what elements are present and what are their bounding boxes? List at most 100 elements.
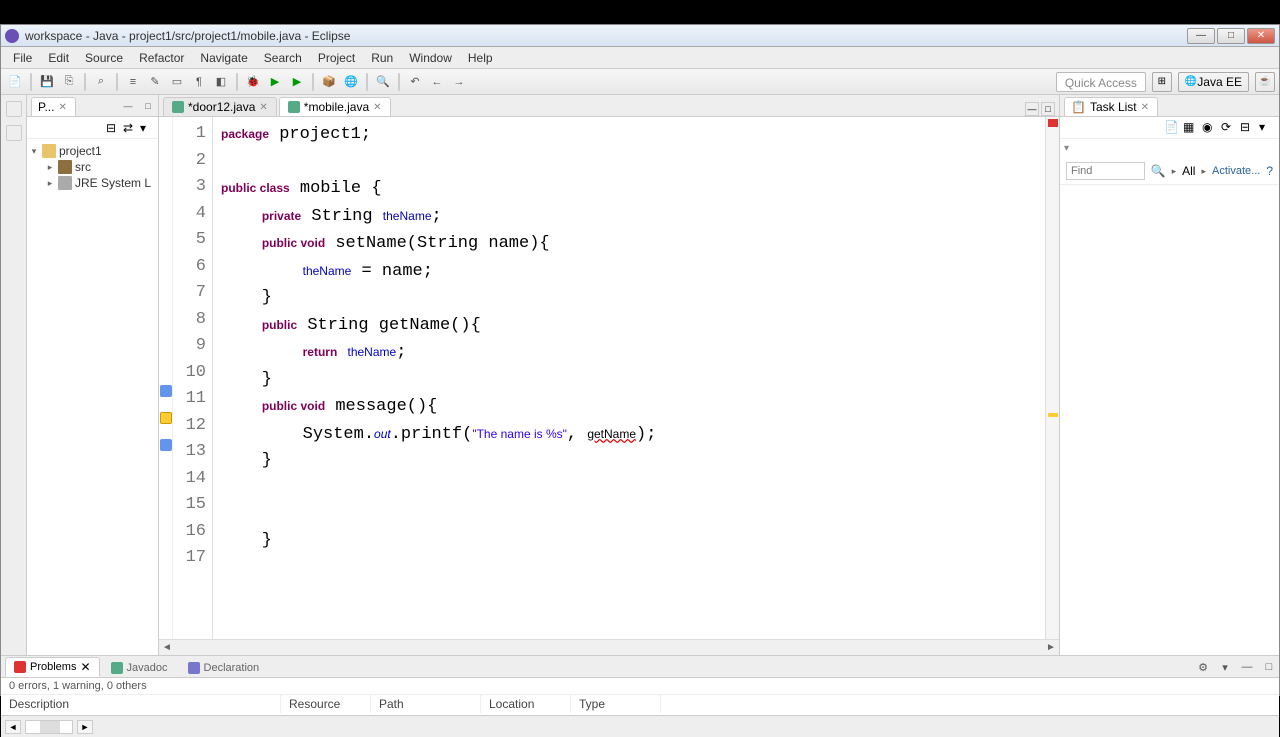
column-header[interactable]: Location: [481, 695, 571, 713]
bottom-panel: Problems ✕JavadocDeclaration ⚙ ▾ — □ 0 e…: [1, 655, 1279, 715]
scroll-track[interactable]: [25, 720, 73, 734]
toggle-mark-icon[interactable]: ✎: [145, 72, 165, 92]
jre-library-icon: [58, 176, 72, 190]
quick-access-input[interactable]: Quick Access: [1056, 72, 1146, 92]
back-icon[interactable]: ←: [427, 72, 447, 92]
run-icon[interactable]: ▶: [265, 72, 285, 92]
open-perspective-icon[interactable]: ⊞: [1152, 72, 1172, 92]
new-icon[interactable]: 📄: [5, 72, 25, 92]
show-whitespace-icon[interactable]: ¶: [189, 72, 209, 92]
scroll-left-icon[interactable]: ◄: [5, 720, 21, 734]
close-icon[interactable]: ✕: [58, 102, 66, 113]
focus-icon[interactable]: ◉: [1202, 120, 1218, 136]
perspective-javaee[interactable]: 🌐 Java EE: [1178, 72, 1249, 92]
column-header[interactable]: Path: [371, 695, 481, 713]
search-icon[interactable]: 🔍: [1151, 164, 1166, 178]
menu-search[interactable]: Search: [256, 49, 310, 67]
package-explorer-tab[interactable]: P...✕: [31, 97, 76, 116]
synchronize-icon[interactable]: ⟳: [1221, 120, 1237, 136]
perspective-java[interactable]: ☕: [1255, 72, 1275, 92]
code-editor[interactable]: package project1; public class mobile { …: [213, 117, 1045, 639]
main-toolbar: 📄 💾 ⎘ ⌕ ≡ ✎ ▭ ¶ ◧ 🐞 ▶ ▶ 📦 🌐 🔍 ↶ ← → Quic…: [1, 69, 1279, 95]
view-menu-icon[interactable]: ▾: [1215, 657, 1235, 677]
new-task-icon[interactable]: 📄: [1164, 120, 1180, 136]
find-input[interactable]: [1066, 162, 1145, 180]
bottom-tab-problems[interactable]: Problems ✕: [5, 657, 100, 677]
trim-icon[interactable]: [6, 101, 22, 117]
overview-ruler[interactable]: [1045, 117, 1059, 639]
search-icon[interactable]: 🔍: [373, 72, 393, 92]
java-file-icon: [288, 101, 300, 113]
maximize-panel-icon[interactable]: □: [1259, 657, 1279, 677]
task-list-view: 📋Task List✕ 📄 ▦ ◉ ⟳ ⊟ ▾ ▾ 🔍 ▸ All ▸ Acti…: [1059, 95, 1279, 655]
view-menu-icon[interactable]: ▾: [140, 121, 154, 135]
categorize-icon[interactable]: ▦: [1183, 120, 1199, 136]
minimize-panel-icon[interactable]: —: [1237, 657, 1257, 677]
problems-status: 0 errors, 1 warning, 0 others: [1, 678, 1279, 694]
close-icon[interactable]: ✕: [1141, 102, 1149, 113]
activate-link[interactable]: Activate...: [1212, 165, 1260, 177]
close-icon[interactable]: ✕: [373, 102, 381, 113]
menu-help[interactable]: Help: [460, 49, 501, 67]
save-all-icon[interactable]: ⎘: [59, 72, 79, 92]
annotation-icon[interactable]: ◧: [211, 72, 231, 92]
bottom-tab-javadoc[interactable]: Javadoc: [102, 659, 177, 677]
package-explorer-view: P...✕ — □ ⊟ ⇄ ▾ ▾project1 ▸src ▸JRE Syst…: [27, 95, 159, 655]
close-button[interactable]: ✕: [1247, 28, 1275, 44]
minimize-view-icon[interactable]: —: [118, 96, 138, 116]
run-last-icon[interactable]: ▶: [287, 72, 307, 92]
menu-window[interactable]: Window: [401, 49, 460, 67]
method-marker-icon: [160, 385, 172, 397]
maximize-editor-icon[interactable]: □: [1041, 102, 1055, 116]
maximize-view-icon[interactable]: □: [138, 96, 158, 116]
debug-icon[interactable]: 🐞: [243, 72, 263, 92]
marker-bar[interactable]: [159, 117, 173, 639]
save-icon[interactable]: 💾: [37, 72, 57, 92]
statusbar: ◄ ►: [1, 715, 1279, 737]
column-header[interactable]: Description: [1, 695, 281, 713]
scroll-right-icon[interactable]: ►: [77, 720, 93, 734]
project-icon: [42, 144, 56, 158]
menu-source[interactable]: Source: [77, 49, 131, 67]
tab-icon: [188, 662, 200, 674]
java-file-icon: [172, 101, 184, 113]
new-package-icon[interactable]: 📦: [319, 72, 339, 92]
minimize-editor-icon[interactable]: —: [1025, 102, 1039, 116]
window-title: workspace - Java - project1/src/project1…: [25, 29, 1187, 43]
bottom-tab-declaration[interactable]: Declaration: [179, 659, 269, 677]
toggle-block-icon[interactable]: ▭: [167, 72, 187, 92]
open-type-icon[interactable]: ⌕: [91, 72, 111, 92]
column-header[interactable]: Type: [571, 695, 661, 713]
link-editor-icon[interactable]: ⇄: [123, 121, 137, 135]
horizontal-scrollbar[interactable]: ◄►: [159, 639, 1059, 655]
toggle-breadcrumb-icon[interactable]: ≡: [123, 72, 143, 92]
close-icon[interactable]: ✕: [259, 102, 267, 113]
menu-project[interactable]: Project: [310, 49, 363, 67]
forward-icon[interactable]: →: [449, 72, 469, 92]
collapse-all-icon[interactable]: ⊟: [106, 121, 120, 135]
new-class-icon[interactable]: 🌐: [341, 72, 361, 92]
column-header[interactable]: Resource: [281, 695, 371, 713]
all-filter[interactable]: All: [1182, 164, 1195, 178]
trim-icon[interactable]: [6, 125, 22, 141]
last-edit-icon[interactable]: ↶: [405, 72, 425, 92]
maximize-button[interactable]: □: [1217, 28, 1245, 44]
editor-tab[interactable]: *door12.java✕: [163, 97, 277, 116]
menu-run[interactable]: Run: [363, 49, 401, 67]
task-list-tab[interactable]: 📋Task List✕: [1064, 97, 1158, 116]
view-menu-icon[interactable]: ▾: [1259, 120, 1275, 136]
minimize-button[interactable]: —: [1187, 28, 1215, 44]
chevron-down-icon[interactable]: ▾: [1064, 143, 1275, 154]
collapse-icon[interactable]: ⊟: [1240, 120, 1256, 136]
editor-tab[interactable]: *mobile.java✕: [279, 97, 391, 116]
package-tree[interactable]: ▾project1 ▸src ▸JRE System L: [27, 139, 158, 195]
close-icon[interactable]: ✕: [80, 660, 90, 674]
menu-edit[interactable]: Edit: [40, 49, 77, 67]
menu-navigate[interactable]: Navigate: [192, 49, 255, 67]
filters-icon[interactable]: ⚙: [1193, 657, 1213, 677]
help-icon[interactable]: ?: [1266, 164, 1273, 178]
eclipse-icon: [5, 29, 19, 43]
method-marker-icon: [160, 439, 172, 451]
menu-refactor[interactable]: Refactor: [131, 49, 192, 67]
menu-file[interactable]: File: [5, 49, 40, 67]
